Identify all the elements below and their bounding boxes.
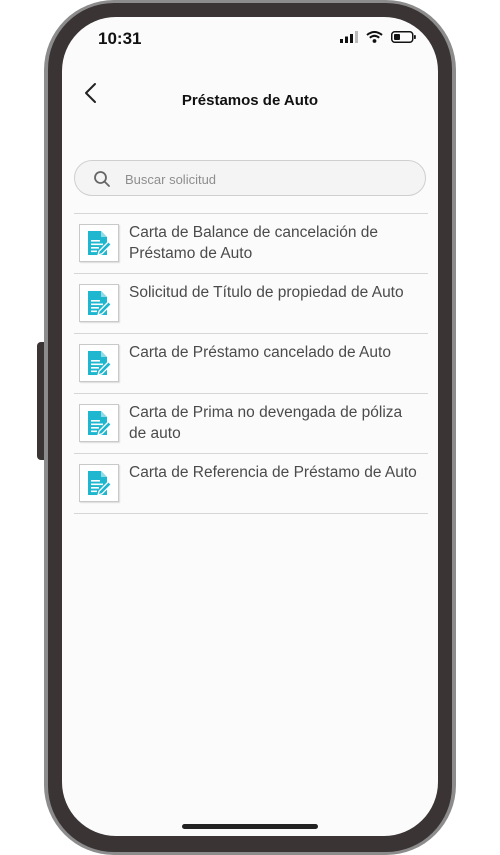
list-item[interactable]: Carta de Balance de cancelación de Prést…	[74, 214, 428, 274]
status-bar: 10:31	[62, 17, 438, 61]
list-item[interactable]: Carta de Prima no devengada de póliza de…	[74, 394, 428, 454]
list-item[interactable]: Carta de Préstamo cancelado de Auto	[74, 334, 428, 394]
list-item-label: Carta de Balance de cancelación de Prést…	[129, 224, 379, 262]
search-input[interactable]	[123, 166, 417, 192]
battery-icon	[391, 31, 416, 43]
document-edit-icon	[79, 224, 119, 262]
list-item-label: Carta de Prima no devengada de póliza de…	[129, 404, 403, 442]
document-edit-icon	[79, 344, 119, 382]
phone-screen: 10:31 Préstamos de Auto Buscar solicitud…	[62, 17, 438, 836]
wifi-icon	[366, 31, 383, 43]
request-list: Carta de Balance de cancelación de Prést…	[74, 213, 428, 514]
list-item[interactable]: Carta de Referencia de Préstamo de Auto	[74, 454, 428, 514]
status-icons	[340, 31, 416, 43]
document-edit-icon	[79, 284, 119, 322]
search-icon	[94, 171, 110, 187]
home-indicator[interactable]	[182, 824, 318, 829]
list-item-label: Carta de Referencia de Préstamo de Auto	[129, 464, 417, 481]
document-edit-icon	[79, 464, 119, 502]
search-box[interactable]	[74, 160, 426, 196]
list-item-label: Solicitud de Título de propiedad de Auto	[129, 284, 404, 301]
signal-icon	[340, 31, 358, 43]
page-title: Préstamos de Auto	[181, 92, 319, 109]
status-time: 10:31	[98, 29, 142, 48]
list-item[interactable]: Solicitud de Título de propiedad de Auto	[74, 274, 428, 334]
document-edit-icon	[79, 404, 119, 442]
list-item-label: Carta de Préstamo cancelado de Auto	[129, 344, 391, 361]
